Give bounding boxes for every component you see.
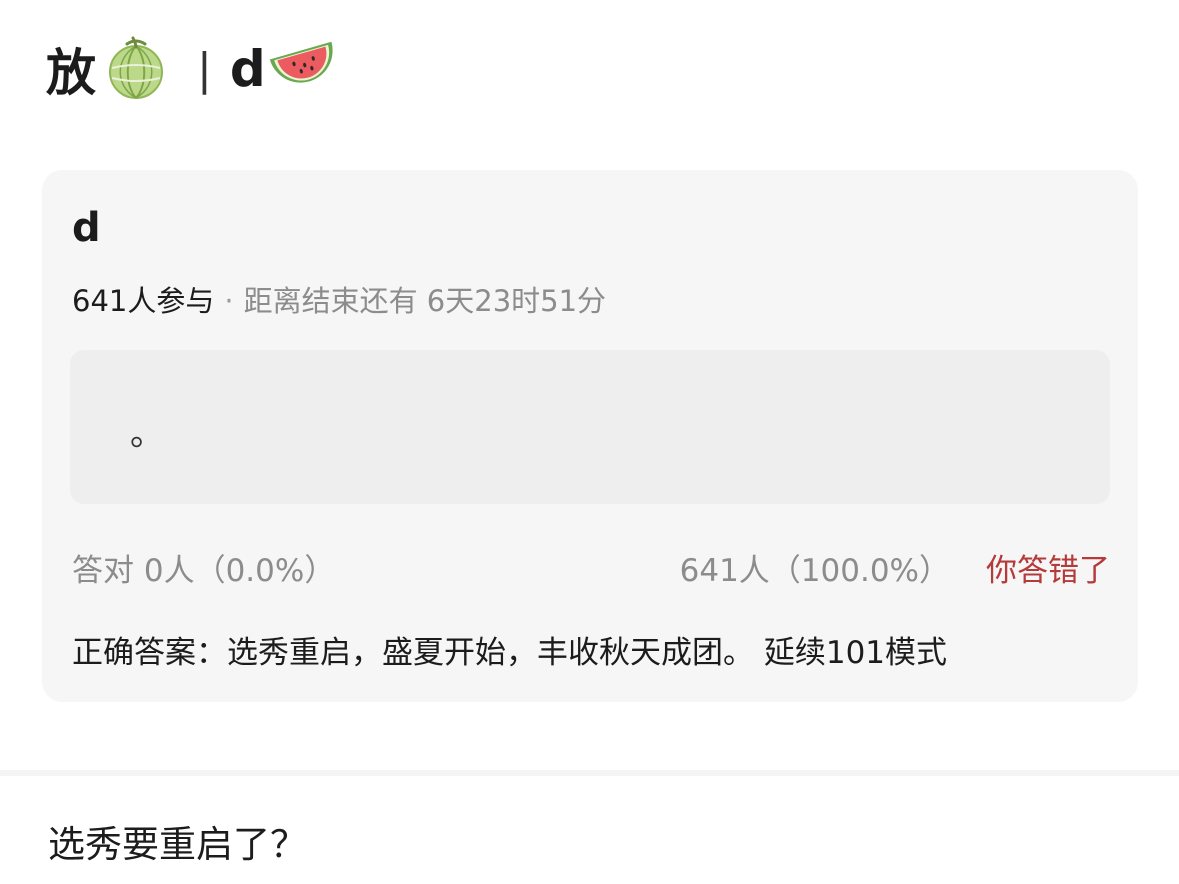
section-divider xyxy=(0,770,1179,776)
title-separator: | xyxy=(197,43,212,95)
header-title-prefix: 放 xyxy=(46,44,97,102)
time-remaining: 距离结束还有 6天23时51分 xyxy=(243,284,607,318)
quiz-meta: 641人参与 · 距离结束还有 6天23时51分 xyxy=(72,287,606,316)
header-title-suffix: d xyxy=(229,40,267,98)
quiz-title: d xyxy=(72,205,101,251)
correct-count-stat: 答对 0人（0.0%） xyxy=(72,553,336,589)
wrong-answer-label: 你答错了 xyxy=(986,553,1110,589)
post-body-text: 选秀要重启了？ xyxy=(48,823,307,866)
quiz-card[interactable]: d 641人参与 · 距离结束还有 6天23时51分 。 答对 0人（0.0%） 6… xyxy=(42,170,1138,702)
answer-option[interactable]: 。 xyxy=(70,350,1110,504)
answer-option-text: 。 xyxy=(130,414,164,454)
correct-answer-text: 正确答案：选秀重启，盛夏开始，丰收秋天成团。 延续101模式 xyxy=(72,635,948,671)
melon-icon xyxy=(105,34,167,104)
watermelon-icon xyxy=(269,36,341,102)
wrong-count-stat: 641人（100.0%） xyxy=(679,553,950,589)
participant-count: 641人参与 xyxy=(72,284,215,318)
meta-dot: · xyxy=(224,284,234,318)
post-header-title: 放 | d xyxy=(46,34,349,104)
wrong-stat-group: 641人（100.0%） 你答错了 xyxy=(680,556,1110,587)
